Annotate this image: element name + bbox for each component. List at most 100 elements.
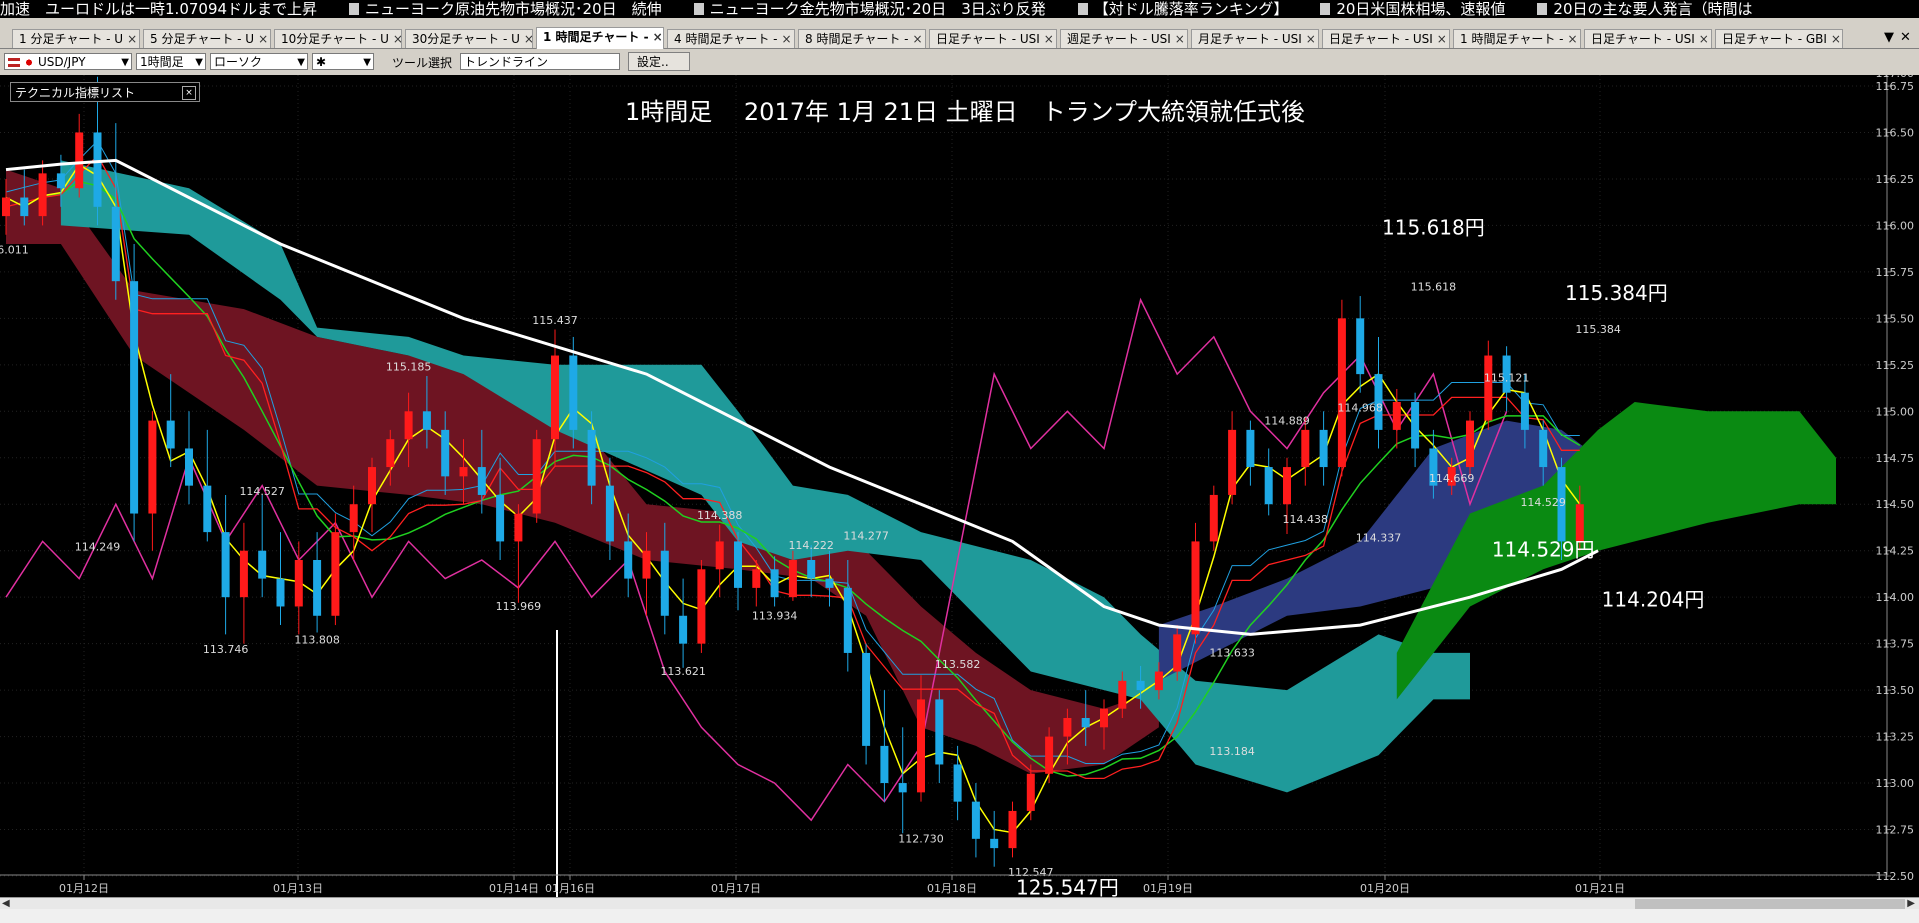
candle-body[interactable]: [605, 485, 614, 542]
tab-close-icon[interactable]: ×: [1699, 32, 1709, 46]
candle-body[interactable]: [752, 569, 761, 588]
candle-body[interactable]: [1209, 494, 1218, 542]
marker-select[interactable]: ✱ ▼: [312, 53, 374, 70]
candle-body[interactable]: [1100, 708, 1108, 728]
candle-body[interactable]: [349, 504, 358, 533]
candle-body[interactable]: [898, 783, 907, 793]
candle-body[interactable]: [1356, 318, 1365, 375]
candle-body[interactable]: [331, 532, 340, 616]
candle-body[interactable]: [239, 550, 248, 598]
candle-body[interactable]: [532, 439, 541, 514]
chart-tab[interactable]: 月足チャート - USI ×: [1191, 29, 1319, 48]
tab-close-icon[interactable]: ×: [524, 32, 532, 46]
ticker-item[interactable]: ニューヨーク金先物市場概況･20日 3日ぶり反発: [684, 0, 1046, 18]
tab-close-icon[interactable]: ×: [127, 32, 137, 46]
candle-body[interactable]: [1520, 392, 1529, 430]
tab-close-icon[interactable]: ×: [1567, 32, 1577, 46]
ticker-item[interactable]: 加速 ユーロドルは一時1.07094ドルまで上昇: [0, 0, 317, 18]
chart-tab[interactable]: 4 時間足チャート - ×: [667, 29, 795, 48]
candle-body[interactable]: [862, 652, 871, 746]
candle-body[interactable]: [459, 467, 468, 477]
candle-body[interactable]: [1575, 504, 1584, 542]
candle-body[interactable]: [880, 745, 889, 784]
candle-body[interactable]: [130, 281, 139, 514]
candle-body[interactable]: [75, 132, 84, 189]
tab-close-icon[interactable]: ×: [1831, 32, 1841, 46]
candle-body[interactable]: [587, 429, 596, 486]
close-all-icon[interactable]: ✕: [1900, 30, 1911, 45]
timeframe-select[interactable]: 1時間足 ▼: [136, 53, 206, 70]
candle-body[interactable]: [1008, 810, 1017, 849]
price-chart[interactable]: 116.011 114.249 113.746 114.527 113.808 115.1…: [0, 67, 1919, 907]
candle-body[interactable]: [313, 560, 322, 616]
candle-body[interactable]: [276, 578, 285, 607]
candle-body[interactable]: [1283, 467, 1291, 505]
scroll-left-icon[interactable]: ◀: [2, 898, 10, 909]
candle-body[interactable]: [971, 801, 980, 839]
candle-body[interactable]: [935, 699, 944, 765]
drawing-tool-field[interactable]: トレンドライン: [460, 53, 620, 70]
candle-body[interactable]: [1026, 773, 1035, 811]
tab-close-icon[interactable]: ×: [1175, 32, 1185, 46]
candle-body[interactable]: [477, 467, 486, 495]
candle-body[interactable]: [221, 532, 230, 598]
candle-body[interactable]: [1045, 736, 1054, 774]
chart-tab[interactable]: 1 分足チャート - U ×: [12, 29, 140, 48]
tab-menu-icon[interactable]: ▼: [1884, 30, 1894, 45]
candle-body[interactable]: [203, 485, 212, 533]
scrollbar-thumb[interactable]: [1635, 899, 1905, 909]
candle-body[interactable]: [1392, 402, 1401, 430]
candle-body[interactable]: [514, 513, 523, 542]
news-ticker[interactable]: 加速 ユーロドルは一時1.07094ドルまで上昇 ニューヨーク原油先物市場概況･2…: [0, 0, 1919, 18]
candle-body[interactable]: [294, 560, 303, 607]
chart-tab[interactable]: 日足チャート - USI ×: [1584, 29, 1712, 48]
candle-body[interactable]: [1118, 680, 1127, 709]
candle-body[interactable]: [148, 420, 157, 514]
candle-body[interactable]: [1264, 467, 1273, 505]
candle-body[interactable]: [1154, 671, 1163, 691]
candle-body[interactable]: [825, 578, 834, 588]
candle-body[interactable]: [1411, 402, 1420, 449]
chart-tab[interactable]: 日足チャート - GBI ×: [1715, 29, 1843, 48]
candle-body[interactable]: [1191, 541, 1200, 635]
candle-body[interactable]: [258, 550, 267, 579]
tab-close-icon[interactable]: ×: [1306, 32, 1316, 46]
symbol-select[interactable]: USD/JPY ▼: [4, 53, 132, 70]
tab-close-icon[interactable]: ×: [912, 32, 922, 46]
candle-body[interactable]: [20, 197, 29, 217]
tab-close-icon[interactable]: ×: [1437, 32, 1447, 46]
candle-body[interactable]: [679, 615, 688, 644]
candle-body[interactable]: [111, 206, 120, 282]
candle-body[interactable]: [496, 494, 505, 542]
candle-body[interactable]: [368, 467, 376, 505]
candle-body[interactable]: [1337, 318, 1346, 468]
candle-body[interactable]: [1081, 718, 1090, 728]
candle-body[interactable]: [93, 132, 102, 207]
chart-tab[interactable]: 週足チャート - USI ×: [1060, 29, 1188, 48]
candle-body[interactable]: [715, 541, 724, 570]
candle-body[interactable]: [1301, 429, 1310, 468]
candle-body[interactable]: [953, 764, 962, 802]
candle-body[interactable]: [441, 429, 450, 477]
candle-body[interactable]: [1228, 429, 1237, 495]
candle-body[interactable]: [624, 541, 633, 579]
candle-body[interactable]: [569, 355, 578, 430]
ticker-item[interactable]: 20日の主な要人発言（時間は: [1527, 0, 1753, 18]
candle-body[interactable]: [1466, 420, 1474, 468]
candle-body[interactable]: [404, 411, 413, 440]
tab-close-icon[interactable]: ×: [653, 30, 663, 44]
candle-body[interactable]: [2, 197, 10, 217]
settings-button[interactable]: 設定..: [628, 52, 690, 71]
candle-body[interactable]: [38, 173, 47, 217]
chart-tab[interactable]: 1 時間足チャート - ×: [536, 27, 664, 49]
chart-tab[interactable]: 日足チャート - USI ×: [1322, 29, 1450, 48]
chart-area[interactable]: 116.011 114.249 113.746 114.527 113.808 115.1…: [0, 67, 1919, 907]
candle-body[interactable]: [166, 420, 175, 449]
candle-body[interactable]: [1484, 355, 1493, 421]
candle-body[interactable]: [660, 550, 669, 616]
ticker-item[interactable]: 20日米国株相場、速報値: [1310, 0, 1505, 18]
candle-body[interactable]: [1063, 718, 1072, 737]
candle-body[interactable]: [807, 560, 816, 579]
candle-body[interactable]: [1173, 634, 1182, 672]
chart-tab[interactable]: 5 分足チャート - U ×: [143, 29, 271, 48]
